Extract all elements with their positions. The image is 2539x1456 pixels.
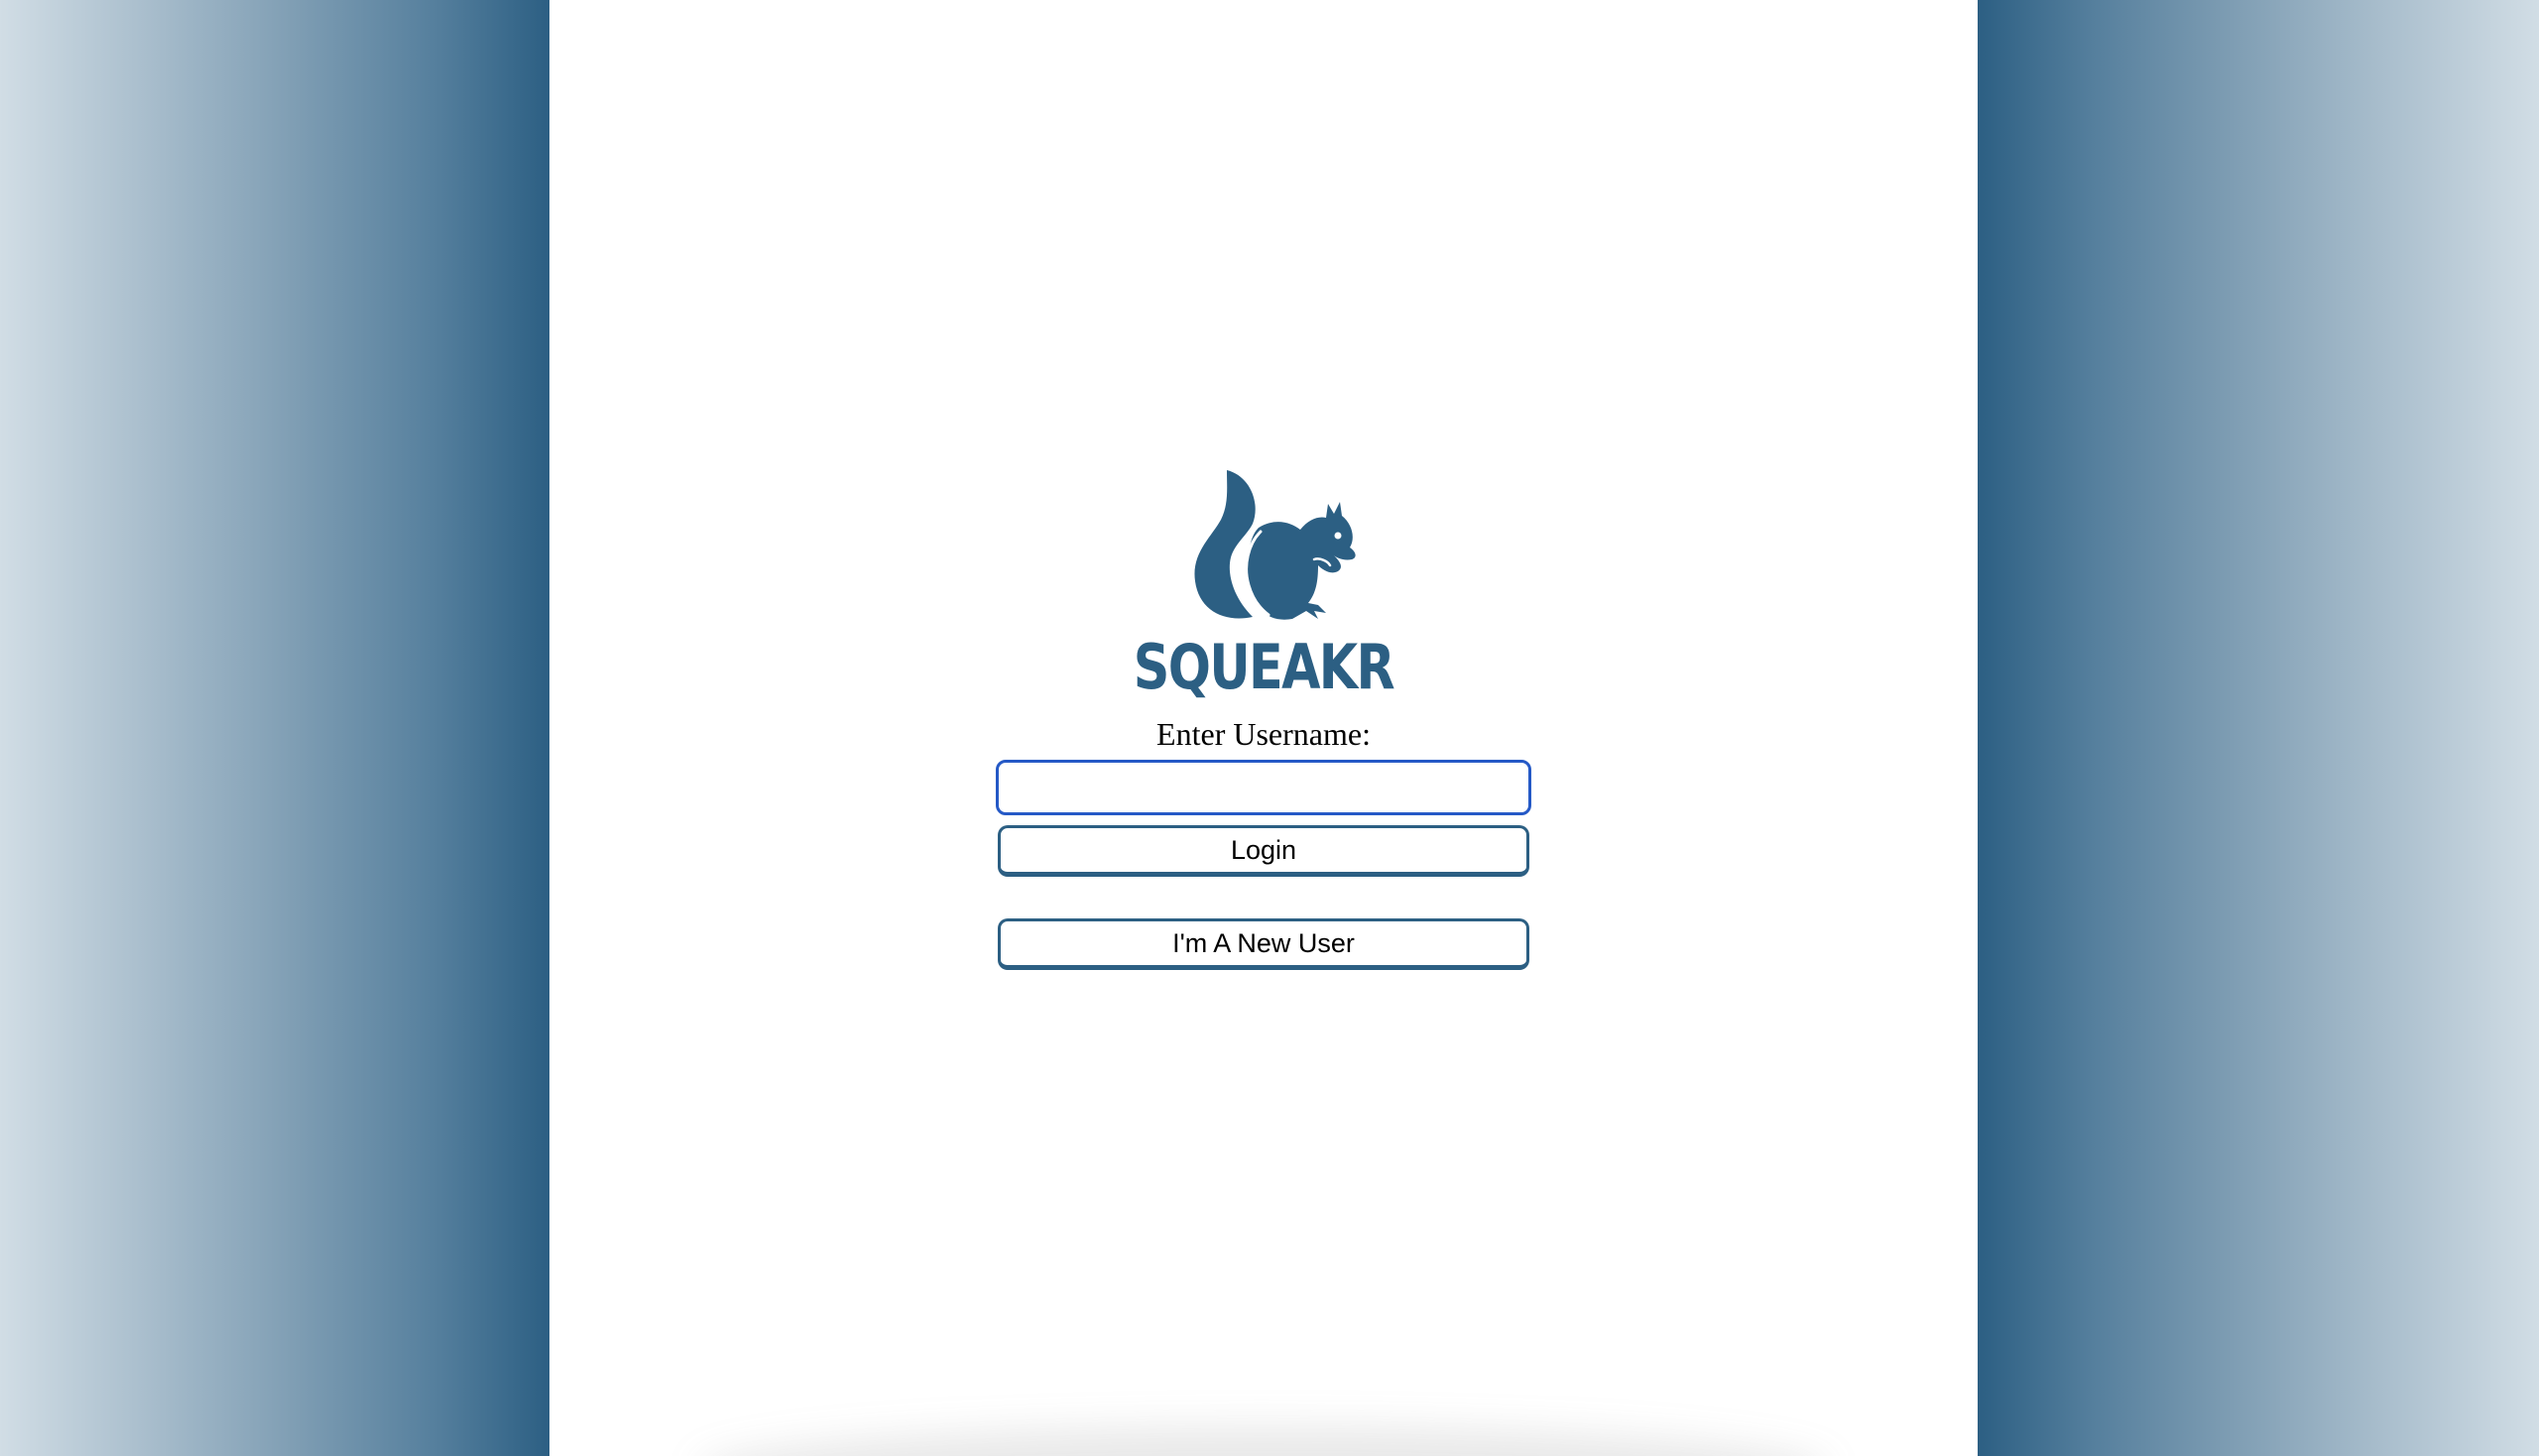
login-container: SQUEAKR Enter Username: Login I'm A New … [549, 458, 1978, 970]
squirrel-icon [1194, 470, 1356, 620]
username-input[interactable] [996, 760, 1531, 815]
main-panel: SQUEAKR Enter Username: Login I'm A New … [549, 0, 1978, 1456]
panel-bottom-shadow [698, 1426, 1829, 1456]
username-label: Enter Username: [1156, 716, 1371, 752]
app-title: SQUEAKR [1133, 631, 1395, 703]
new-user-button[interactable]: I'm A New User [998, 918, 1529, 970]
login-button[interactable]: Login [998, 825, 1529, 877]
new-user-button-label: I'm A New User [1172, 927, 1355, 958]
login-button-label: Login [1230, 834, 1297, 865]
